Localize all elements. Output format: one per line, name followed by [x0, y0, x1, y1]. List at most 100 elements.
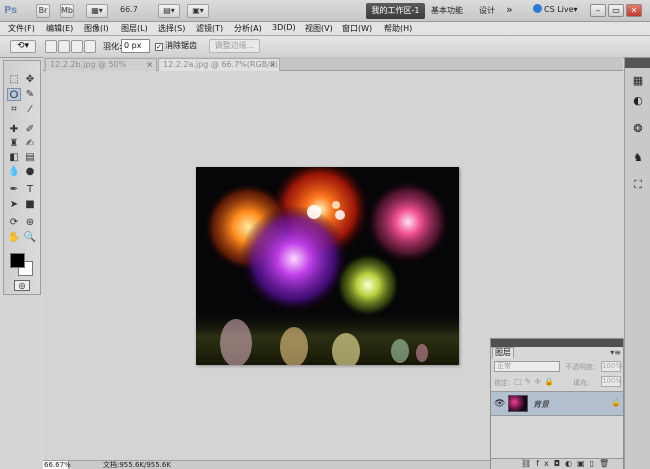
hand-tool-icon[interactable]: ✋: [7, 231, 21, 244]
brush-tool-icon[interactable]: ✐: [23, 123, 37, 136]
eraser-tool-icon[interactable]: ◧: [7, 151, 21, 164]
menu-filter[interactable]: 滤镜(T): [196, 23, 223, 34]
fill-label: 填充:: [573, 379, 590, 387]
intersect-selection-icon[interactable]: [84, 40, 96, 53]
tab-document-a[interactable]: 12.2.2a.jpg @ 66.7%(RGB/8) ×: [158, 58, 280, 71]
layers-footer-buttons[interactable]: ⛓fx◘◐▣▯🗑: [491, 458, 623, 469]
menu-analysis[interactable]: 分析(A): [234, 23, 262, 34]
workspace-active[interactable]: 我的工作区-1: [366, 3, 425, 19]
3d-panel-icon[interactable]: ❂: [630, 122, 646, 136]
view-extras-button[interactable]: ▦▾: [86, 4, 108, 18]
workspace-more-button[interactable]: »: [506, 3, 513, 16]
tab-close-icon[interactable]: ×: [269, 59, 276, 71]
minimize-button[interactable]: –: [590, 4, 606, 17]
zoom-level-field[interactable]: 66.67%: [43, 461, 71, 469]
menu-file[interactable]: 文件(F): [8, 23, 35, 34]
tab-label: 12.2.2a.jpg @ 66.7%(RGB/8): [163, 60, 279, 69]
tools-panel: ⬚ ✥ ⵔ ✎ ⌗ ⁄ ✚ ✐ ♜ ✍ ◧ ▤ 💧 ● ✒ T ➤ ■ ⟳ ⊛ …: [3, 60, 41, 295]
visibility-eye-icon[interactable]: 👁: [494, 399, 505, 409]
antialias-label: 消除锯齿: [165, 41, 197, 50]
lock-icons[interactable]: □✎✛🔒: [514, 377, 557, 386]
path-selection-tool-icon[interactable]: ➤: [7, 198, 21, 211]
clone-stamp-tool-icon[interactable]: ♜: [7, 137, 21, 150]
panel-menu-icon[interactable]: ▾≡: [610, 348, 621, 357]
application-bar: Ps Br Mb ▦▾ 66.7 ▤▾ ▣▾ 我的工作区-1 基本功能 设计 »…: [0, 0, 650, 22]
tab-document-b[interactable]: 12.2.2b.jpg @ 50%(RGB/8)×: [45, 58, 157, 81]
menu-view[interactable]: 视图(V): [305, 23, 333, 34]
zoom-tool-icon[interactable]: 🔍: [23, 231, 37, 244]
ps-logo: Ps: [4, 5, 18, 16]
antialias-checkbox[interactable]: ✓ 消除锯齿: [155, 40, 197, 51]
menu-window[interactable]: 窗口(W): [342, 23, 372, 34]
blend-mode-select[interactable]: 正常: [494, 361, 560, 372]
photoshop-window: Ps Br Mb ▦▾ 66.7 ▤▾ ▣▾ 我的工作区-1 基本功能 设计 »…: [0, 0, 650, 469]
adjustments-panel-icon[interactable]: ◐: [630, 94, 646, 108]
dock-header[interactable]: [625, 58, 650, 68]
3d-orbit-tool-icon[interactable]: ⊛: [23, 216, 37, 229]
layer-lock-icon: 🔒: [611, 398, 621, 407]
layer-thumbnail: [508, 395, 528, 412]
feather-input[interactable]: 0 px: [121, 39, 150, 53]
menu-help[interactable]: 帮助(H): [384, 23, 412, 34]
minibridge-button[interactable]: Mb: [60, 4, 74, 18]
history-brush-tool-icon[interactable]: ✍: [23, 137, 37, 150]
cs-live-icon: [533, 4, 542, 13]
pen-tool-icon[interactable]: ✒: [7, 183, 21, 196]
fireworks-artwork: [196, 167, 459, 365]
layers-panel-header[interactable]: [491, 339, 623, 347]
lasso-tool-icon[interactable]: ⵔ: [7, 88, 21, 101]
menu-edit[interactable]: 编辑(E): [46, 23, 73, 34]
add-selection-icon[interactable]: [58, 40, 70, 53]
eyedropper-tool-icon[interactable]: ⁄: [23, 103, 37, 116]
menu-bar: 文件(F) 编辑(E) 图像(I) 图层(L) 选择(S) 滤镜(T) 分析(A…: [0, 22, 650, 36]
fill-input[interactable]: 100%: [601, 376, 622, 387]
close-button[interactable]: ✕: [626, 4, 642, 17]
arrange-documents-button[interactable]: ▤▾: [158, 4, 180, 18]
screen-mode-button[interactable]: ▣▾: [187, 4, 209, 18]
maximize-button[interactable]: ▭: [608, 4, 624, 17]
blur-tool-icon[interactable]: 💧: [7, 165, 21, 178]
lock-label: 锁定:: [494, 379, 511, 387]
layer-row-background[interactable]: 👁 背景 🔒: [491, 391, 623, 416]
gradient-tool-icon[interactable]: ▤: [23, 151, 37, 164]
layer-name: 背景: [533, 400, 549, 409]
workspace-design[interactable]: 设计: [479, 5, 495, 16]
bridge-button[interactable]: Br: [36, 4, 50, 18]
new-selection-icon[interactable]: [45, 40, 57, 53]
transform-panel-icon[interactable]: ⛶: [630, 178, 646, 192]
shape-tool-icon[interactable]: ■: [23, 198, 37, 211]
feather-label: 羽化:: [103, 42, 122, 51]
clone-source-panel-icon[interactable]: ♞: [630, 151, 646, 165]
opacity-input[interactable]: 100%: [601, 361, 622, 372]
menu-image[interactable]: 图像(I): [84, 23, 109, 34]
document-info[interactable]: 文档:955.6K/955.6K: [103, 461, 171, 469]
menu-layer[interactable]: 图层(L): [121, 23, 148, 34]
dodge-tool-icon[interactable]: ●: [23, 165, 37, 178]
marquee-tool-icon[interactable]: ⬚: [7, 73, 21, 86]
foreground-color-swatch[interactable]: [10, 253, 25, 268]
menu-3d[interactable]: 3D(D): [272, 23, 296, 32]
workspace-basic[interactable]: 基本功能: [431, 5, 463, 16]
move-tool-icon[interactable]: ✥: [23, 73, 37, 86]
color-panel-icon[interactable]: ▦: [630, 74, 646, 88]
fireworks-image[interactable]: [196, 167, 459, 365]
menu-select[interactable]: 选择(S): [158, 23, 185, 34]
tab-close-icon[interactable]: ×: [146, 59, 153, 71]
type-tool-icon[interactable]: T: [23, 183, 37, 196]
tab-layers[interactable]: 图层: [492, 347, 514, 358]
layers-panel: 图层 ▾≡ 正常 不透明度: 100% 锁定: □✎✛🔒 填充: 100% 👁 …: [490, 338, 624, 469]
quick-mask-button[interactable]: ◎: [14, 280, 30, 291]
zoom-dropdown[interactable]: 66.7: [120, 5, 138, 14]
healing-brush-tool-icon[interactable]: ✚: [7, 123, 21, 136]
refine-edge-button[interactable]: 调整边缘...: [209, 39, 260, 53]
options-bar: ⟲▾ 羽化: 0 px ✓ 消除锯齿 调整边缘...: [0, 36, 650, 58]
3d-rotate-tool-icon[interactable]: ⟳: [7, 216, 21, 229]
subtract-selection-icon[interactable]: [71, 40, 83, 53]
tool-preset-picker[interactable]: ⟲▾: [10, 40, 36, 53]
quick-selection-tool-icon[interactable]: ✎: [23, 88, 37, 101]
checkbox-check-icon: ✓: [155, 43, 163, 51]
crop-tool-icon[interactable]: ⌗: [7, 103, 21, 116]
opacity-label: 不透明度:: [565, 363, 596, 371]
document-tab-bar: 12.2.2b.jpg @ 50%(RGB/8)× 12.2.2a.jpg @ …: [43, 57, 623, 81]
cs-live-button[interactable]: CS Live▾: [533, 4, 578, 14]
